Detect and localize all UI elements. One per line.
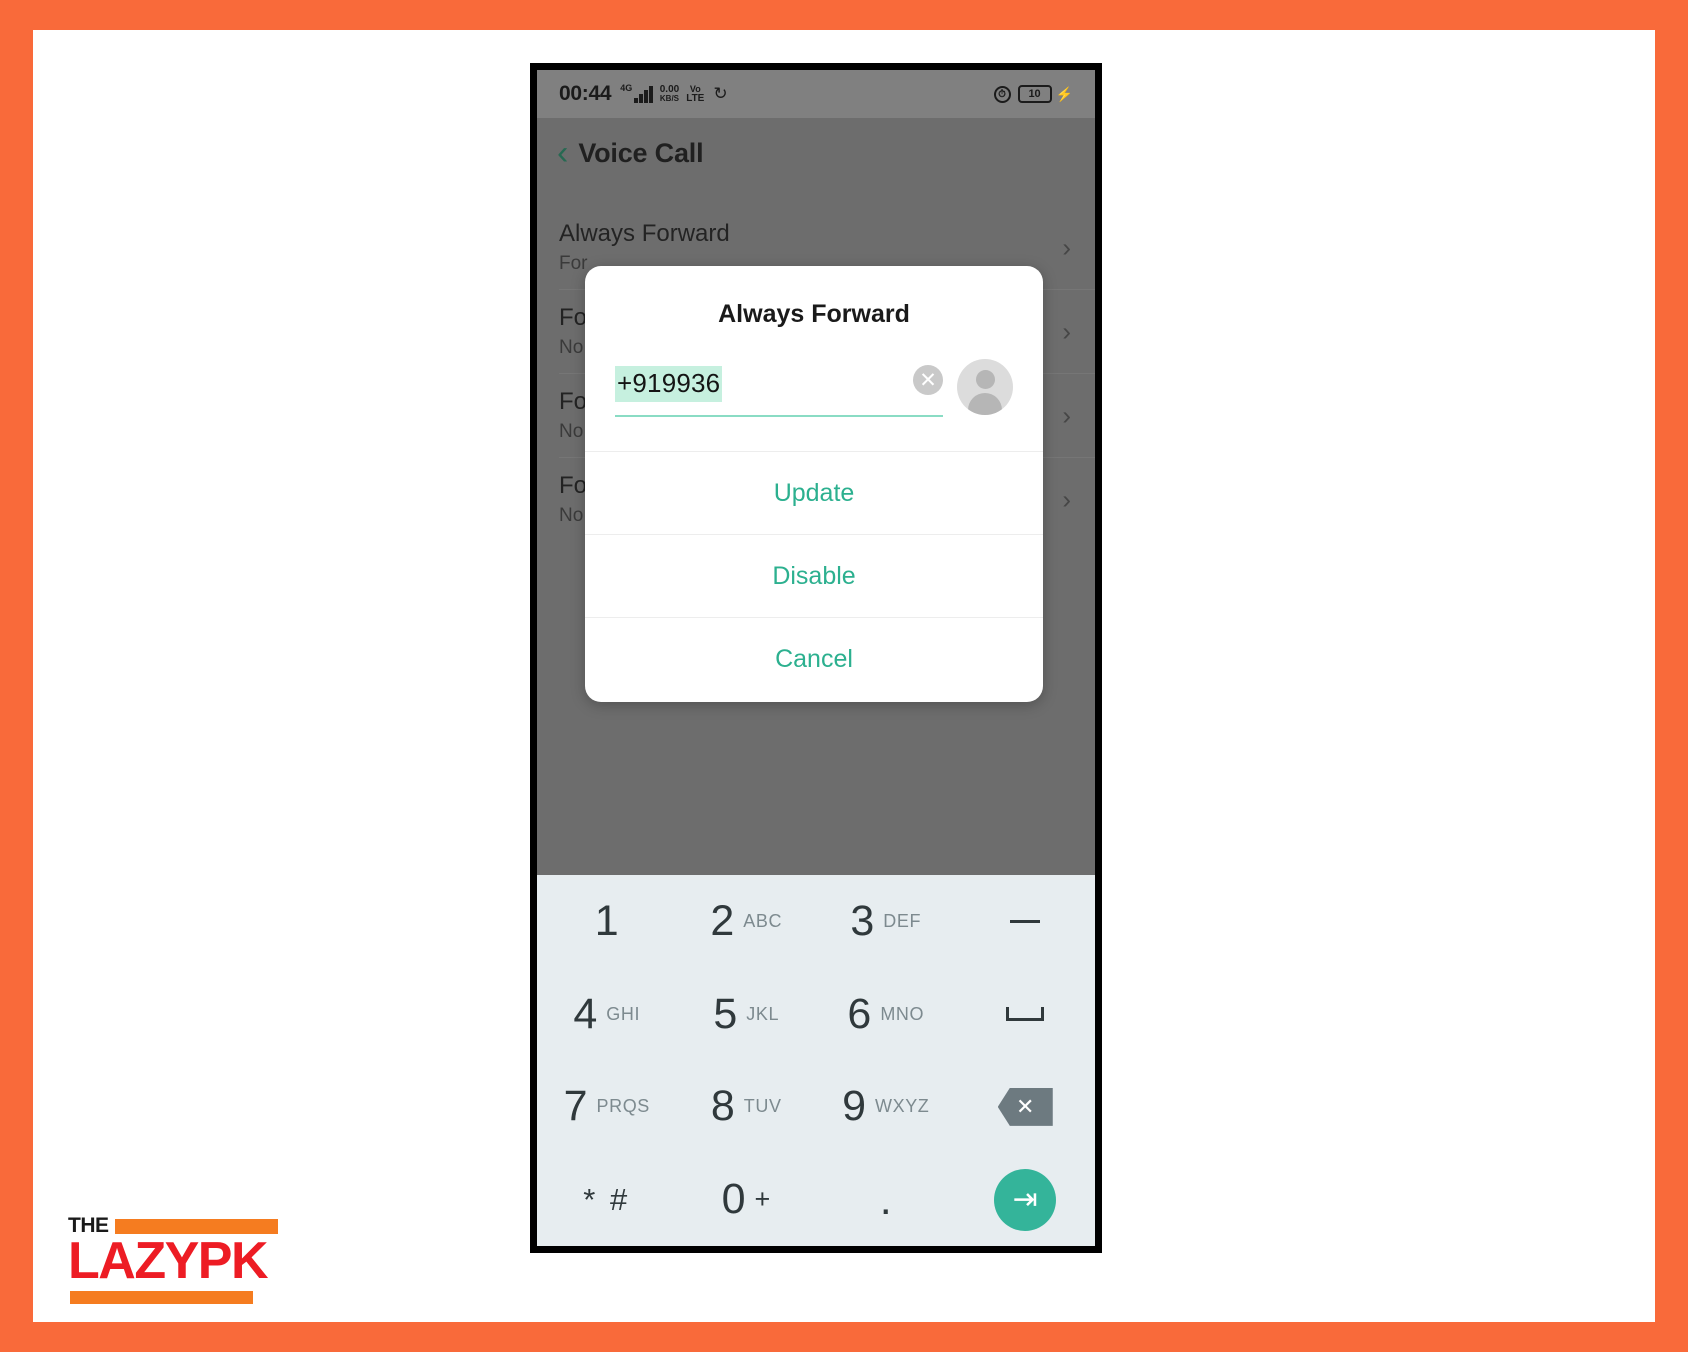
page-canvas: THE LAZYPK 00:44 4G 0.00 KB/S Vo LTE ↻ ⏱… xyxy=(33,30,1655,1322)
key-dot-label: . xyxy=(879,1175,892,1224)
dialpad-row-2: 4 GHI 5 JKL 6 MNO xyxy=(537,968,1095,1061)
network-gen-label: 4G xyxy=(620,83,633,93)
volte-icon: Vo LTE xyxy=(686,85,705,104)
dialog-input-row: +919936 ✕ xyxy=(585,359,1043,423)
always-forward-dialog: Always Forward +919936 ✕ Update Disable … xyxy=(585,266,1043,702)
list-item-title: Always Forward xyxy=(559,220,730,247)
space-bar-icon xyxy=(1006,1007,1045,1022)
key-3[interactable]: 3 DEF xyxy=(816,875,956,968)
sync-icon: ↻ xyxy=(713,84,728,103)
data-rate-value: 0.00 xyxy=(659,84,680,95)
dialpad-row-3: 7 PRQS 8 TUV 9 WXYZ ✕ xyxy=(537,1061,1095,1154)
key-star-hash[interactable]: * # xyxy=(537,1153,677,1246)
key-6-digit: 6 xyxy=(847,989,872,1038)
data-rate-indicator: 0.00 KB/S xyxy=(659,84,680,104)
chevron-right-icon: › xyxy=(1062,316,1071,346)
app-bar: ‹ Voice Call xyxy=(537,118,1095,188)
back-chevron-icon[interactable]: ‹ xyxy=(557,136,568,170)
key-0[interactable]: 0 + xyxy=(677,1153,817,1246)
clear-circle-icon[interactable]: ✕ xyxy=(913,365,943,395)
update-button[interactable]: Update xyxy=(585,451,1043,534)
dash-icon xyxy=(1010,919,1041,923)
key-0-digit: 0 xyxy=(721,1175,746,1224)
chevron-right-icon: › xyxy=(1062,484,1071,514)
key-9-digit: 9 xyxy=(842,1082,866,1131)
key-8[interactable]: 8 TUV xyxy=(677,1061,817,1154)
key-7-letters: PRQS xyxy=(596,1096,650,1117)
data-rate-unit: KB/S xyxy=(659,94,680,103)
key-4-digit: 4 xyxy=(573,989,598,1038)
key-8-letters: TUV xyxy=(743,1096,782,1117)
key-3-digit: 3 xyxy=(850,896,875,945)
dialpad-row-4: * # 0 + . ⇥ xyxy=(537,1153,1095,1246)
key-backspace[interactable]: ✕ xyxy=(956,1061,1096,1154)
key-2-letters: ABC xyxy=(743,910,783,931)
phone-frame: 00:44 4G 0.00 KB/S Vo LTE ↻ ⏱ 10 ⚡ ‹ Voi… xyxy=(530,63,1102,1253)
alarm-icon: ⏱ xyxy=(993,85,1011,103)
enter-arrow-icon: ⇥ xyxy=(994,1168,1057,1231)
key-6[interactable]: 6 MNO xyxy=(816,968,956,1061)
dialpad-row-1: 1 2 ABC 3 DEF xyxy=(537,875,1095,968)
key-4-letters: GHI xyxy=(606,1003,641,1024)
dialpad: 1 2 ABC 3 DEF 4 GHI 5 JKL 6 MNO 7 PRQS 8… xyxy=(537,875,1095,1246)
key-7-digit: 7 xyxy=(563,1082,588,1131)
backspace-icon: ✕ xyxy=(997,1087,1053,1126)
key-1[interactable]: 1 xyxy=(537,875,677,968)
contact-avatar-icon[interactable] xyxy=(957,359,1013,415)
key-6-letters: MNO xyxy=(880,1003,925,1024)
key-3-letters: DEF xyxy=(883,910,922,931)
phone-screen: 00:44 4G 0.00 KB/S Vo LTE ↻ ⏱ 10 ⚡ ‹ Voi… xyxy=(537,70,1095,1246)
key-5-letters: JKL xyxy=(746,1003,780,1024)
phone-number-value: +919936 xyxy=(615,366,723,402)
key-8-digit: 8 xyxy=(710,1082,735,1131)
volte-bottom-label: LTE xyxy=(686,93,705,104)
status-bar: 00:44 4G 0.00 KB/S Vo LTE ↻ ⏱ 10 ⚡ xyxy=(537,70,1095,118)
key-enter[interactable]: ⇥ xyxy=(956,1153,1096,1246)
charging-bolt-icon: ⚡ xyxy=(1055,85,1073,102)
cancel-button[interactable]: Cancel xyxy=(585,617,1043,700)
key-0-plus: + xyxy=(754,1184,771,1215)
key-dash[interactable] xyxy=(956,875,1096,968)
dialog-title: Always Forward xyxy=(718,300,910,328)
chevron-right-icon: › xyxy=(1062,232,1071,262)
logo-name-text: LAZYPK xyxy=(68,1232,269,1290)
page-title: Voice Call xyxy=(578,137,704,168)
status-bar-right: ⏱ 10 ⚡ xyxy=(993,85,1073,103)
key-7[interactable]: 7 PRQS xyxy=(537,1061,677,1154)
key-4[interactable]: 4 GHI xyxy=(537,968,677,1061)
key-5[interactable]: 5 JKL xyxy=(677,968,817,1061)
key-9[interactable]: 9 WXYZ xyxy=(816,1061,956,1154)
battery-level-label: 10 xyxy=(1028,88,1041,100)
battery-icon: 10 xyxy=(1017,85,1052,103)
key-space[interactable] xyxy=(956,968,1096,1061)
key-5-digit: 5 xyxy=(713,989,738,1038)
disable-button[interactable]: Disable xyxy=(585,534,1043,617)
logo-orange-bar-bottom xyxy=(70,1291,253,1304)
key-1-digit: 1 xyxy=(594,896,619,945)
phone-number-input[interactable]: +919936 ✕ xyxy=(615,365,943,417)
key-2-digit: 2 xyxy=(710,896,735,945)
key-9-letters: WXYZ xyxy=(875,1096,930,1117)
key-2[interactable]: 2 ABC xyxy=(677,875,817,968)
chevron-right-icon: › xyxy=(1062,400,1071,430)
lazypk-watermark-logo: THE LAZYPK xyxy=(68,1212,278,1304)
status-bar-left: 00:44 4G 0.00 KB/S Vo LTE ↻ xyxy=(559,82,728,106)
star-hash-label: * # xyxy=(583,1181,631,1217)
status-time: 00:44 xyxy=(559,82,612,105)
signal-strength-icon xyxy=(634,85,653,103)
key-dot[interactable]: . xyxy=(816,1153,956,1246)
